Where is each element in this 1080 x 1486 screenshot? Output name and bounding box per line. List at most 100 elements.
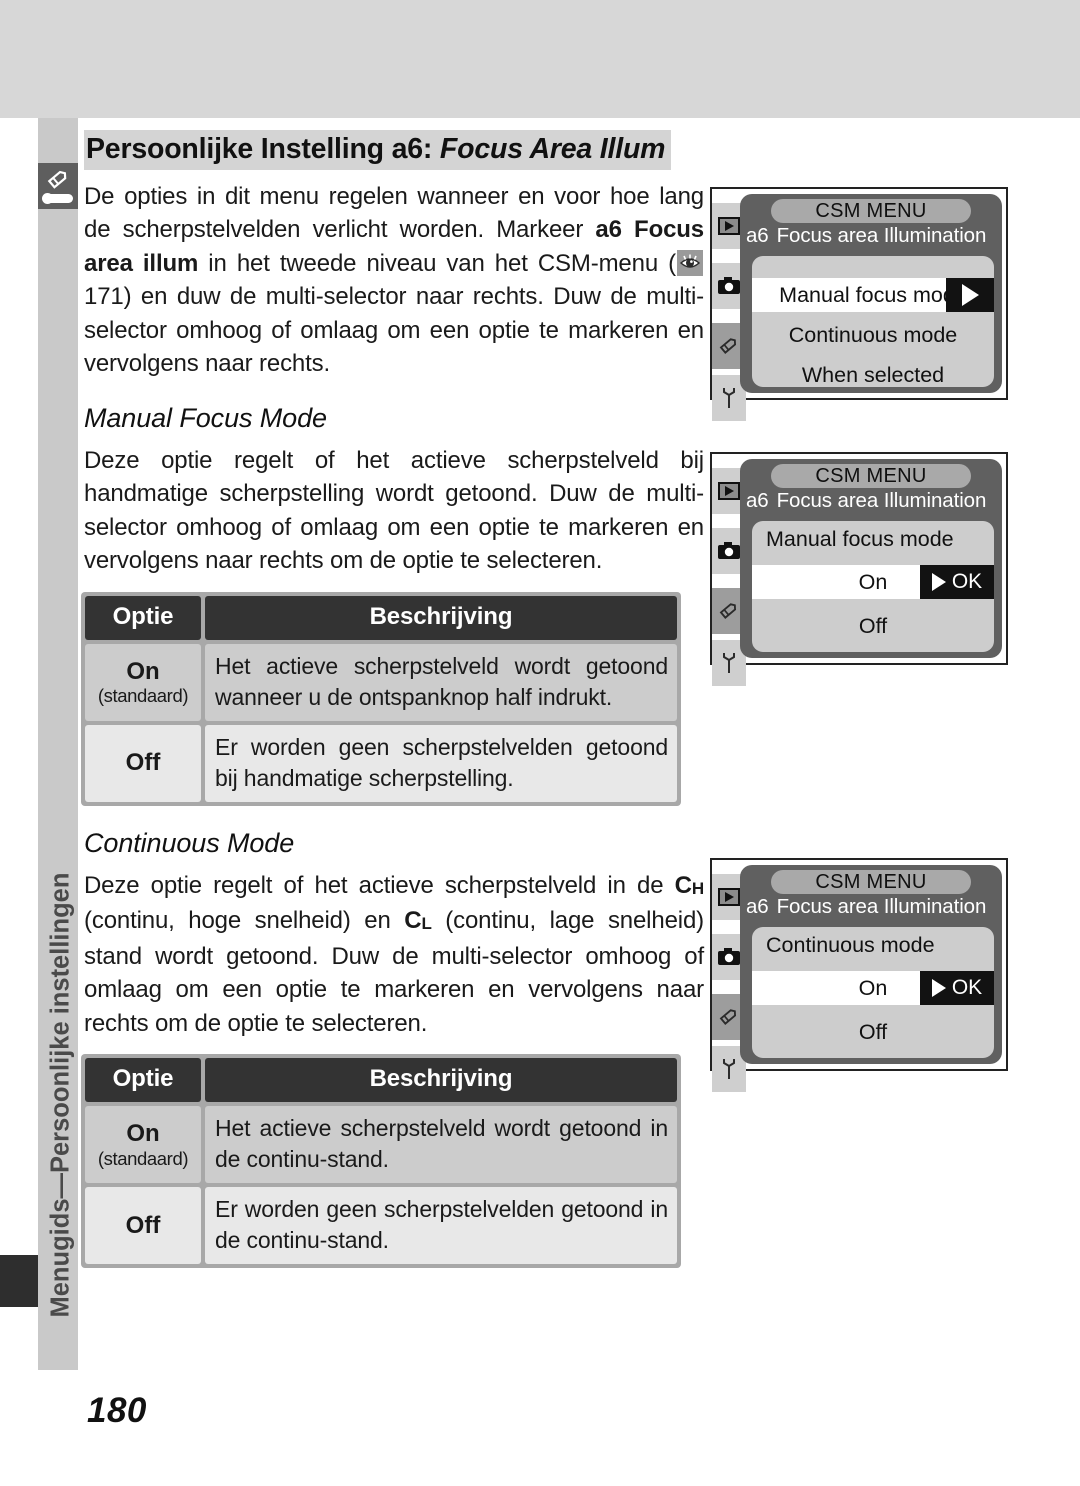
- camera-icon: [718, 277, 740, 294]
- page-title-italic: Focus Area Illum: [439, 133, 666, 165]
- playback-icon: [718, 482, 740, 500]
- page-edge-marker: [0, 1255, 38, 1307]
- option-label: On: [126, 657, 160, 685]
- lcd-option-row-continuous[interactable]: Continuous mode: [752, 318, 994, 352]
- lcd-option-label: Manual focus mode: [779, 282, 967, 307]
- option-default-note: (standaard): [97, 1147, 189, 1169]
- lcd-headline-2: a6 Focus area Illumination: [746, 489, 998, 513]
- column-header-option: Optie: [85, 1058, 201, 1103]
- lcd-item-number-2: a6: [746, 489, 769, 512]
- lcd-panel-title-2: Manual focus mode: [766, 527, 954, 551]
- lcd-panel-title-3: Continuous mode: [766, 933, 935, 957]
- playback-icon: [718, 888, 740, 906]
- wrench-icon: [723, 1059, 735, 1079]
- section-heading-manual-focus: Manual Focus Mode: [84, 402, 327, 433]
- lcd-item-number-1: a6: [746, 224, 769, 247]
- playback-icon: [718, 217, 740, 235]
- camera-icon: [718, 948, 740, 965]
- lcd-item-name-1: Focus area Illumination: [776, 224, 987, 247]
- mode-cl-letter: C: [404, 907, 422, 935]
- lcd-option-row-on[interactable]: On OK: [752, 971, 994, 1005]
- option-cell-on: On (standaard): [85, 643, 201, 721]
- option-description-off: Er worden geen scherpstelvelden getoond …: [205, 1187, 677, 1265]
- lcd-option-label: On: [858, 975, 888, 1000]
- table-header-row: Optie Beschrijving: [85, 595, 677, 640]
- continuous-part2: (continu, hoge snelheid) en: [84, 907, 405, 935]
- lcd-menu-title-3: CSM MENU: [771, 870, 971, 894]
- lcd-screen-area-1: CSM MENU a6 Focus area Illumination Manua…: [740, 194, 1002, 393]
- sidebar-label-wrapper: Menugids—Persoonlijke instellingen: [38, 118, 78, 1370]
- sidebar-chapter-label: Menugids—Persoonlijke instellingen: [46, 872, 75, 1318]
- mode-ch-sub: H: [691, 878, 704, 898]
- intro-part3: 171) en duw de multi-selector naar recht…: [84, 283, 704, 378]
- lcd-option-row-when-selected[interactable]: When selected: [752, 358, 994, 392]
- lcd-screen-area-2: CSM MENU a6 Focus area Illumination Manua…: [740, 459, 1002, 658]
- column-header-option: Optie: [85, 595, 201, 640]
- lcd-ok-label: OK: [951, 976, 983, 999]
- lcd-item-name-2: Focus area Illumination: [776, 489, 987, 512]
- continuous-options-table: Optie Beschrijving On (standaard) Het act…: [81, 1054, 681, 1269]
- lcd-screen-area-3: CSM MENU a6 Focus area Illumination Conti…: [740, 865, 1002, 1064]
- column-header-description: Beschrijving: [205, 1058, 677, 1103]
- option-description-off: Er worden geen scherpstelvelden getoond …: [205, 724, 677, 802]
- lcd-item-number-3: a6: [746, 895, 769, 918]
- main-content: Persoonlijke Instelling a6: Focus Area I…: [81, 130, 704, 1269]
- mode-ch-letter: C: [674, 871, 692, 899]
- camera-lcd-screen-3: CSM MENU a6 Focus area Illumination Conti…: [710, 858, 1008, 1092]
- option-label: Off: [125, 749, 161, 777]
- wrench-icon: [723, 653, 735, 673]
- lcd-option-label: Continuous mode: [788, 322, 958, 347]
- lcd-right-arrow-badge[interactable]: [946, 278, 994, 312]
- camera-icon: [718, 542, 740, 559]
- lcd-ok-label: OK: [951, 570, 983, 593]
- lcd-option-row-off[interactable]: Off: [752, 609, 994, 643]
- lcd-item-name-3: Focus area Illumination: [776, 895, 987, 918]
- lcd-menu-title-2: CSM MENU: [771, 464, 971, 488]
- option-description-on: Het actieve scherpstelveld wordt getoond…: [205, 643, 677, 721]
- table-row: On (standaard) Het actieve scherpstelveld…: [85, 1106, 677, 1184]
- lcd-options-panel-1: Manual focus mode Continuous mode When s…: [752, 256, 994, 387]
- column-header-description: Beschrijving: [205, 595, 677, 640]
- continuous-part1: Deze optie regelt of het actieve scherps…: [84, 871, 675, 899]
- lcd-option-row-on[interactable]: On OK: [752, 565, 994, 599]
- table-header-row: Optie Beschrijving: [85, 1058, 677, 1103]
- lcd-options-panel-3: Continuous mode On OK Off: [752, 927, 994, 1058]
- option-cell-off: Off: [85, 724, 201, 802]
- page-top-band: [0, 0, 1080, 118]
- lcd-option-label: On: [858, 569, 888, 594]
- option-cell-on: On (standaard): [85, 1106, 201, 1184]
- mode-ch-label: CH: [675, 872, 704, 899]
- option-cell-off: Off: [85, 1187, 201, 1265]
- pencil-icon: [719, 338, 737, 354]
- option-default-note: (standaard): [97, 685, 189, 707]
- page-title: Persoonlijke Instelling a6: Focus Area I…: [84, 130, 672, 170]
- triangle-right-icon: [931, 979, 946, 997]
- lcd-menu-title-1: CSM MENU: [771, 199, 971, 223]
- eye-icon: [677, 249, 703, 276]
- wrench-icon: [723, 388, 735, 408]
- table-row: Off Er worden geen scherpstelvelden geto…: [85, 724, 677, 802]
- lcd-headline-1: a6 Focus area Illumination: [746, 224, 998, 248]
- section-heading-continuous: Continuous Mode: [84, 827, 295, 858]
- section-body-continuous: Deze optie regelt of het actieve scherps…: [84, 869, 704, 1041]
- mode-cl-label: CL: [404, 907, 432, 935]
- section-body-manual-focus: Deze optie regelt of het actieve scherps…: [84, 446, 704, 575]
- lcd-option-label: When selected: [801, 362, 945, 387]
- lcd-option-row-manual-focus[interactable]: Manual focus mode: [752, 278, 994, 312]
- lcd-ok-badge[interactable]: OK: [920, 565, 994, 599]
- table-row: On (standaard) Het actieve scherpstelveld…: [85, 643, 677, 721]
- lcd-headline-3: a6 Focus area Illumination: [746, 895, 998, 919]
- option-description-on: Het actieve scherpstelveld wordt getoond…: [205, 1106, 677, 1184]
- lcd-option-label: Off: [858, 613, 888, 638]
- pencil-icon: [719, 1009, 737, 1025]
- lcd-option-label: Off: [858, 1019, 888, 1044]
- option-label: Off: [125, 1211, 161, 1239]
- lcd-option-row-off[interactable]: Off: [752, 1015, 994, 1049]
- triangle-right-icon: [931, 573, 946, 591]
- manual-focus-options-table: Optie Beschrijving On (standaard) Het act…: [81, 591, 681, 806]
- intro-part2: in het tweede niveau van het CSM-menu (: [198, 249, 676, 277]
- triangle-right-icon: [961, 284, 979, 306]
- lcd-ok-badge[interactable]: OK: [920, 971, 994, 1005]
- pencil-icon: [719, 603, 737, 619]
- page-title-plain: Persoonlijke Instelling a6:: [86, 133, 433, 165]
